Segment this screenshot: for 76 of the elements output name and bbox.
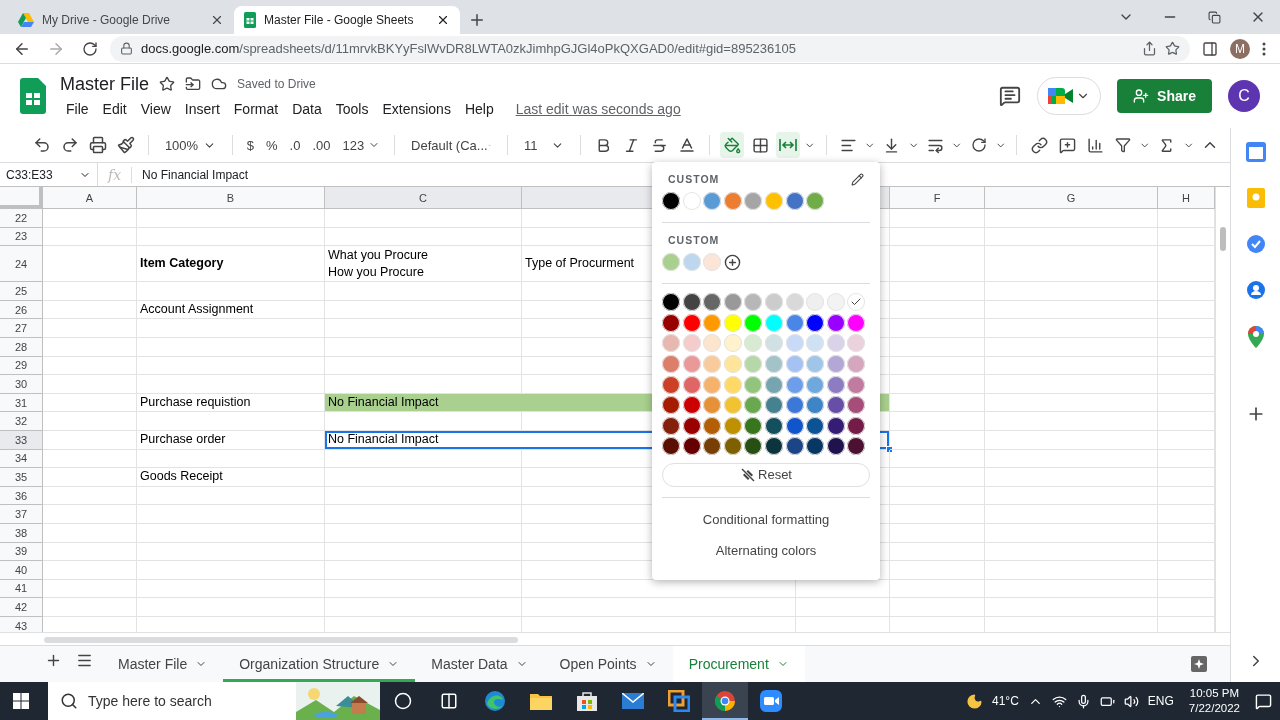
currency-format-button[interactable]: $ xyxy=(242,137,258,153)
menu-item[interactable]: Format xyxy=(227,98,285,119)
clock[interactable]: 10:05 PM 7/22/2022 xyxy=(1182,686,1246,716)
reset-button[interactable]: Reset xyxy=(662,462,870,487)
section-label: CUSTOM xyxy=(668,173,720,185)
name-box[interactable]: C33:E33 xyxy=(0,163,98,186)
cell-text: Item Category xyxy=(140,255,224,273)
font-size-dropdown[interactable]: 11 xyxy=(517,137,571,153)
row-header[interactable]: 22 xyxy=(0,209,43,228)
table-cell[interactable]: Goods Receipt xyxy=(137,468,325,487)
menu-item[interactable]: View xyxy=(134,98,177,119)
address-bar[interactable]: docs.google.com/spreadsheets/d/11mrvkBKYyFslWvDR8LWTA0zkJimhpGJGl4oPkQXGAD0/edit#gid=895236105 xyxy=(110,35,1190,62)
cell-text: No Financial Impact xyxy=(328,431,439,449)
cell-text: What you Procure How you Procure xyxy=(328,246,429,281)
sheet-tab[interactable]: Procurement xyxy=(672,646,805,682)
column-header[interactable]: A xyxy=(43,187,137,209)
row-header[interactable]: 40 xyxy=(0,561,43,580)
url-text: docs.google.com/spreadsheets/d/11mrvkBKYyFslWvDR8LWTA0zkJimhpGJGl4oPkQXGAD0/edit#gid=895236105 xyxy=(141,41,796,56)
column-header[interactable]: H xyxy=(1158,187,1215,209)
column-header[interactable]: C xyxy=(325,187,522,209)
zoom-dropdown[interactable]: 100% xyxy=(158,137,222,153)
table-cell[interactable]: Item Category xyxy=(137,246,325,283)
cell-text: Purchase requistion xyxy=(140,394,251,412)
browser-tab[interactable]: My Drive - Google Drive xyxy=(8,6,234,34)
menu-option[interactable]: Conditional formatting xyxy=(662,503,870,535)
share-button[interactable]: Share xyxy=(1117,79,1212,113)
taskbar-search-field[interactable]: Type here to search xyxy=(48,682,380,720)
profile-avatar[interactable]: M xyxy=(1230,38,1250,59)
last-edit-link[interactable]: Last edit was seconds ago xyxy=(515,100,681,117)
row-header[interactable]: 24 xyxy=(0,246,43,283)
row-header[interactable]: 35 xyxy=(0,468,43,487)
decrease-decimals-button[interactable]: .0 xyxy=(285,137,305,153)
table-cell[interactable]: Account Assignment xyxy=(137,300,325,320)
row-header[interactable]: 27 xyxy=(0,319,43,338)
cell-text: No Financial Impact xyxy=(328,394,439,412)
row-header[interactable]: 42 xyxy=(0,598,43,617)
weather-text[interactable]: 41°C xyxy=(992,694,1019,708)
cell-text: Purchase order xyxy=(140,431,226,449)
table-cell[interactable]: No Financial Impact xyxy=(325,430,890,450)
font-dropdown[interactable]: Default (Ca... xyxy=(405,137,498,153)
language-indicator[interactable]: ENG xyxy=(1147,694,1174,708)
function-label: fx xyxy=(98,166,133,183)
cell-text: Type of Procurment xyxy=(525,255,635,273)
save-status: Saved to Drive xyxy=(237,77,316,91)
cell-text: Account Assignment xyxy=(140,301,254,319)
account-avatar[interactable]: C xyxy=(1228,80,1260,112)
table-cell[interactable]: Purchase requistion xyxy=(137,393,325,413)
menu-item[interactable]: Tools xyxy=(329,98,375,119)
row-header[interactable]: 25 xyxy=(0,282,43,301)
sheet-tab[interactable]: Open Points xyxy=(543,646,673,682)
menu-item[interactable]: Data xyxy=(286,98,328,119)
menu-item[interactable]: Insert xyxy=(178,98,226,119)
sheet-tab[interactable]: Organization Structure xyxy=(223,646,416,682)
row-header[interactable]: 37 xyxy=(0,505,43,524)
document-title[interactable]: Master File xyxy=(60,73,149,95)
section-label: CUSTOM xyxy=(668,234,720,246)
column-header[interactable]: G xyxy=(985,187,1158,209)
formula-input[interactable]: No Financial Impact xyxy=(132,167,249,182)
cell-text: Goods Receipt xyxy=(140,468,223,486)
menu-item[interactable]: Edit xyxy=(96,98,133,119)
increase-decimals-button[interactable]: .00 xyxy=(308,137,335,153)
sheet-tab[interactable]: Master Data xyxy=(415,646,544,682)
row-header[interactable]: 32 xyxy=(0,412,43,431)
number-format-dropdown[interactable]: 123 xyxy=(338,137,385,153)
menu-option[interactable]: Alternating colors xyxy=(662,534,870,566)
menu-item[interactable]: Extensions xyxy=(376,98,457,119)
column-header[interactable]: B xyxy=(137,187,325,209)
sheet-tab[interactable]: Master File xyxy=(102,646,224,682)
table-cell[interactable]: What you Procure How you Procure xyxy=(325,246,522,283)
column-header[interactable]: F xyxy=(890,187,985,209)
percent-format-button[interactable]: % xyxy=(262,137,282,153)
menu-item[interactable]: File xyxy=(60,98,95,119)
menu-item[interactable]: Help xyxy=(458,98,500,119)
table-cell[interactable]: Purchase order xyxy=(137,430,325,450)
browser-tab[interactable]: Master File - Google Sheets xyxy=(234,6,460,34)
row-header[interactable]: 30 xyxy=(0,375,43,394)
